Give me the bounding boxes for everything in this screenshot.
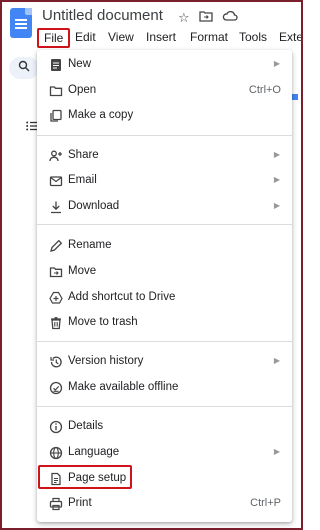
menu-insert[interactable]: Insert [146,30,176,44]
document-icon [49,58,63,72]
menu-tools[interactable]: Tools [239,30,267,44]
shortcut-label: Ctrl+P [250,497,281,509]
menu-format[interactable]: Format [190,30,228,44]
menu-item-label: Share [68,149,99,161]
move-folder-icon[interactable] [199,10,213,25]
menu-edit[interactable]: Edit [75,30,96,44]
menu-item-move[interactable]: Move [37,260,292,284]
menu-item-label: Open [68,84,97,96]
menu-view[interactable]: View [108,30,134,44]
menu-item-language[interactable]: Language ▶ [37,441,292,465]
menu-item-version-history[interactable]: Version history ▶ [37,350,292,374]
menu-item-label: Print [68,497,92,509]
menu-divider [37,406,292,407]
menu-item-add-shortcut-to-drive[interactable]: Add shortcut to Drive [37,286,292,310]
menu-item-details[interactable]: Details [37,415,292,439]
download-icon [49,200,63,214]
menu-item-label: Version history [68,355,144,367]
history-icon [49,355,63,369]
menu-item-label: Language [68,446,120,458]
title-actions: ☆ [178,10,238,25]
menu-item-download[interactable]: Download ▶ [37,195,292,219]
menu-item-label: Make available offline [68,381,179,393]
docs-logo-icon[interactable] [10,8,32,38]
ruler-marker[interactable] [292,94,298,100]
copy-icon [49,109,63,123]
menu-item-rename[interactable]: Rename [37,234,292,258]
menu-item-share[interactable]: Share ▶ [37,144,292,168]
search-icon [18,60,30,75]
page-setup-highlight-box [38,465,132,489]
star-icon[interactable]: ☆ [178,10,190,25]
menu-item-new[interactable]: New ▶ [37,53,292,77]
mail-icon [49,174,63,188]
menu-item-email[interactable]: Email ▶ [37,169,292,193]
person-add-icon [49,149,63,163]
menu-item-label: Download [68,200,120,212]
menu-item-label: Move [68,265,97,277]
trash-icon [49,316,63,330]
menu-item-label: Details [68,420,104,432]
submenu-arrow-icon: ▶ [273,150,280,159]
menu-item-print[interactable]: Print Ctrl+P [37,492,292,516]
globe-icon [49,446,63,460]
shortcut-label: Ctrl+O [248,84,281,96]
document-title[interactable]: Untitled document [42,7,163,24]
drive-shortcut-icon [49,291,63,305]
menu-item-label: Move to trash [68,316,138,328]
folder-move-icon [49,265,63,279]
menu-item-open[interactable]: Open Ctrl+O [37,79,292,103]
menu-item-label: Email [68,174,97,186]
menu-item-make-a-copy[interactable]: Make a copy [37,104,292,128]
menu-divider [37,341,292,342]
menu-item-label: New [68,58,92,70]
menu-divider [37,135,292,136]
menu-extensions[interactable]: Exte [279,30,301,44]
print-icon [49,497,63,511]
submenu-arrow-icon: ▶ [273,175,280,184]
offline-icon [49,381,63,395]
info-icon [49,420,63,434]
menu-file[interactable]: File [37,28,71,48]
submenu-arrow-icon: ▶ [273,356,280,365]
menu-item-move-to-trash[interactable]: Move to trash [37,311,292,335]
search-menus-button[interactable] [9,57,39,79]
edit-icon [49,239,63,253]
menu-item-label: Make a copy [68,109,134,121]
file-menu-dropdown: New ▶ Open Ctrl+O Make a copy Share ▶ Em… [37,50,292,522]
menu-divider [37,224,292,225]
screenshot-frame: Untitled document ☆ File Edit View Inser… [0,0,303,530]
menu-item-label: Rename [68,239,112,251]
menu-item-make-available-offline[interactable]: Make available offline [37,376,292,400]
menu-item-label: Add shortcut to Drive [68,291,176,303]
cloud-status-icon[interactable] [222,10,238,25]
submenu-arrow-icon: ▶ [273,59,280,68]
submenu-arrow-icon: ▶ [273,447,280,456]
folder-icon [49,84,63,98]
submenu-arrow-icon: ▶ [273,201,280,210]
